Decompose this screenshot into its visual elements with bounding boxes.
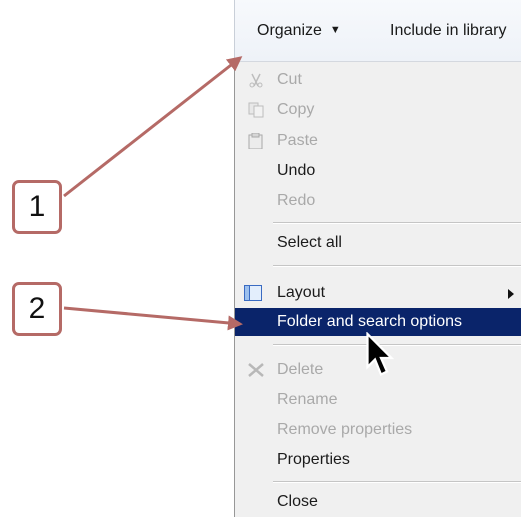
menu-item-layout-label: Layout xyxy=(277,284,326,301)
callout-1: 1 xyxy=(12,180,62,234)
menu-item-rename[interactable]: Rename xyxy=(235,385,521,415)
menu-item-layout[interactable]: Layout xyxy=(235,278,521,308)
paste-icon xyxy=(248,133,263,149)
menu-item-rename-label: Rename xyxy=(277,391,338,408)
caret-down-icon: ▼ xyxy=(329,24,341,36)
menu-item-undo-label: Undo xyxy=(277,162,316,179)
menu-item-cut[interactable]: Cut xyxy=(235,65,521,95)
copy-icon xyxy=(248,102,264,118)
submenu-arrow-icon xyxy=(508,289,514,299)
toolbar: Organize ▼ Include in library xyxy=(234,0,521,62)
include-label: Include in library xyxy=(390,22,507,39)
menu-item-properties-label: Properties xyxy=(277,451,350,468)
menu-item-close[interactable]: Close xyxy=(235,487,521,517)
organize-label: Organize xyxy=(257,22,322,39)
menu-item-cut-label: Cut xyxy=(277,71,302,88)
mouse-cursor-icon xyxy=(366,332,395,377)
organize-button[interactable]: Organize ▼ xyxy=(257,22,341,40)
menu-item-copy-label: Copy xyxy=(277,101,315,118)
menu-item-remove-properties[interactable]: Remove properties xyxy=(235,415,521,445)
menu-item-delete-label: Delete xyxy=(277,361,324,378)
menu-item-remove-properties-label: Remove properties xyxy=(277,421,413,438)
delete-x-icon xyxy=(248,363,264,377)
menu-item-close-label: Close xyxy=(277,493,318,510)
menu-separator xyxy=(273,222,521,224)
menu-separator xyxy=(273,265,521,267)
menu-item-folder-options-label: Folder and search options xyxy=(277,313,462,330)
callout-2: 2 xyxy=(12,282,62,336)
menu-item-select-all-label: Select all xyxy=(277,234,342,251)
menu-separator xyxy=(273,481,521,483)
layout-icon xyxy=(244,285,262,301)
menu-item-paste-label: Paste xyxy=(277,132,318,149)
menu-item-copy[interactable]: Copy xyxy=(235,95,521,125)
menu-item-select-all[interactable]: Select all xyxy=(235,228,521,258)
arrow-2 xyxy=(63,306,243,331)
arrow-1 xyxy=(63,56,243,198)
include-in-library-button[interactable]: Include in library xyxy=(390,22,507,40)
menu-item-undo[interactable]: Undo xyxy=(235,156,521,186)
organize-menu: Cut Copy Paste Undo Redo Select all Layo… xyxy=(234,62,521,517)
menu-separator xyxy=(273,344,521,346)
menu-item-paste[interactable]: Paste xyxy=(235,126,521,156)
menu-item-properties[interactable]: Properties xyxy=(235,445,521,475)
menu-item-redo[interactable]: Redo xyxy=(235,186,521,216)
menu-item-redo-label: Redo xyxy=(277,192,316,209)
scissors-icon xyxy=(249,73,263,88)
